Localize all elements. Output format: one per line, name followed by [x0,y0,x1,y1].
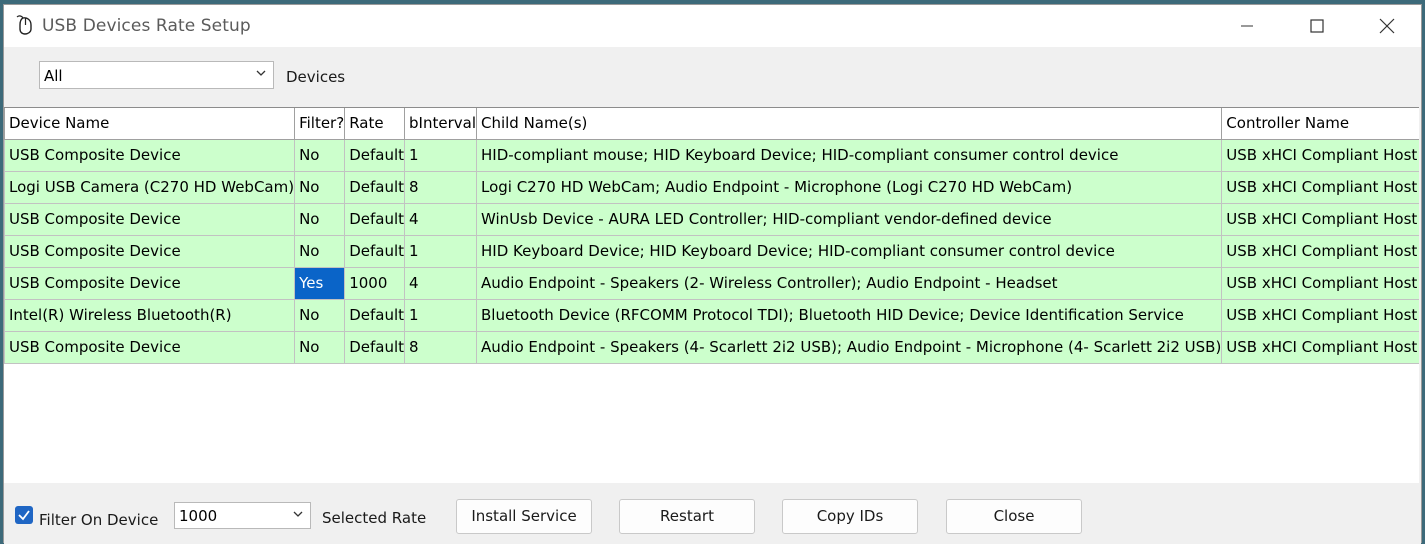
filter-on-device-label: Filter On Device [39,511,159,529]
table-cell[interactable]: Audio Endpoint - Speakers (2- Wireless C… [475,266,1223,300]
table-cell[interactable]: Intel(R) Wireless Bluetooth(R) [4,298,296,332]
table-row[interactable]: Logi USB Camera (C270 HD WebCam) No Defaul… [4,170,1419,204]
copy-ids-button[interactable]: Copy IDs [782,499,918,534]
close-window-button[interactable] [1356,5,1418,47]
column-header[interactable]: Controller Name [1221,108,1419,140]
table-cell[interactable]: Yes [294,266,346,300]
table-row[interactable]: USB Composite Device Yes 1000 4 Audio Endpoi… [4,266,1419,300]
table-cell[interactable]: 4 [404,202,477,236]
column-header[interactable]: bInterval [404,108,477,140]
table-cell[interactable]: Default [344,298,406,332]
close-button[interactable]: Close [946,499,1082,534]
table-cell[interactable]: No [294,202,346,236]
table-cell[interactable]: 1 [404,138,477,172]
table-cell[interactable]: USB Composite Device [4,234,296,268]
rate-dropdown[interactable]: 1000 [174,502,311,529]
table-cell[interactable]: No [294,138,346,172]
table-cell[interactable]: Default [344,138,406,172]
device-type-dropdown[interactable]: All [39,61,274,89]
table-cell[interactable]: 1 [404,298,477,332]
devices-label: Devices [286,68,346,86]
close-icon [1379,18,1395,34]
restart-button[interactable]: Restart [619,499,755,534]
checkmark-icon [18,510,30,521]
table-cell[interactable]: No [294,234,346,268]
table-cell[interactable]: No [294,170,346,204]
table-row[interactable]: USB Composite Device No Default 4 WinUsb Dev… [4,202,1419,236]
table-cell[interactable]: USB xHCI Compliant Host Controller - Int… [1221,266,1419,300]
table-row[interactable]: USB Composite Device No Default 1 HID Keyboa… [4,234,1419,268]
table-cell[interactable]: Logi USB Camera (C270 HD WebCam) [4,170,296,204]
table-cell[interactable]: 8 [404,330,477,364]
table-cell[interactable]: USB xHCI Compliant Host Controller - Int… [1221,170,1419,204]
filter-bar: All Devices [4,47,1421,107]
table-cell[interactable]: USB Composite Device [4,266,296,300]
table-cell[interactable]: USB xHCI Compliant Host Controller - Int… [1221,202,1419,236]
app-window: USB Devices Rate Setup All Devices Devic… [3,4,1422,544]
table-cell[interactable]: USB Composite Device [4,330,296,364]
chevron-down-icon [256,70,266,76]
device-table[interactable]: Device Name Filter? Rate bInterval Child… [4,107,1419,484]
table-row[interactable]: USB Composite Device No Default 1 HID-compli… [4,138,1419,172]
window-title: USB Devices Rate Setup [42,16,251,36]
install-service-button[interactable]: Install Service [456,499,592,534]
table-cell[interactable]: 1000 [344,266,406,300]
maximize-icon [1310,19,1324,33]
table-cell[interactable]: HID Keyboard Device; HID Keyboard Device… [475,234,1223,268]
table-cell[interactable]: USB xHCI Compliant Host Controller - Int… [1221,138,1419,172]
table-cell[interactable]: Audio Endpoint - Speakers (4- Scarlett 2… [475,330,1223,364]
table-cell[interactable]: 8 [404,170,477,204]
table-cell[interactable]: WinUsb Device - AURA LED Controller; HID… [475,202,1223,236]
table-cell[interactable]: HID-compliant mouse; HID Keyboard Device… [475,138,1223,172]
table-row[interactable]: Intel(R) Wireless Bluetooth(R) No Default 1… [4,298,1419,332]
table-cell[interactable]: Bluetooth Device (RFCOMM Protocol TDI); … [475,298,1223,332]
action-bar: Filter On Device 1000 Selected Rate Inst… [4,483,1421,544]
table-cell[interactable]: USB xHCI Compliant Host Controller - Int… [1221,330,1419,364]
column-header[interactable]: Device Name [4,108,296,140]
table-cell[interactable]: USB Composite Device [4,138,296,172]
table-cell[interactable]: No [294,330,346,364]
table-cell[interactable]: USB xHCI Compliant Host Controller - Int… [1221,298,1419,332]
table-cell[interactable]: 4 [404,266,477,300]
table-cell[interactable]: USB Composite Device [4,202,296,236]
table-cell[interactable]: Logi C270 HD WebCam; Audio Endpoint - Mi… [475,170,1223,204]
selected-rate-label: Selected Rate [322,509,427,527]
minimize-icon [1241,25,1253,27]
maximize-button[interactable] [1286,5,1348,47]
column-header[interactable]: Filter? [294,108,346,140]
filter-on-device-checkbox[interactable] [15,506,33,524]
table-header-row: Device Name Filter? Rate bInterval Child… [4,108,1419,140]
table-cell[interactable]: Default [344,330,406,364]
table-cell[interactable]: USB xHCI Compliant Host Controller - Int… [1221,234,1419,268]
column-header[interactable]: Rate [344,108,406,140]
table-cell[interactable]: Default [344,170,406,204]
table-cell[interactable]: 1 [404,234,477,268]
table-cell[interactable]: Default [344,202,406,236]
table-cell[interactable]: Default [344,234,406,268]
app-mouse-icon [16,15,32,35]
rate-value: 1000 [179,507,218,525]
title-bar[interactable]: USB Devices Rate Setup [4,5,1421,47]
table-row[interactable]: USB Composite Device No Default 8 Audio Endp… [4,330,1419,364]
device-type-value: All [44,67,63,85]
minimize-button[interactable] [1216,5,1278,47]
column-header[interactable]: Child Name(s) [475,108,1223,140]
chevron-down-icon [293,511,303,517]
table-cell[interactable]: No [294,298,346,332]
